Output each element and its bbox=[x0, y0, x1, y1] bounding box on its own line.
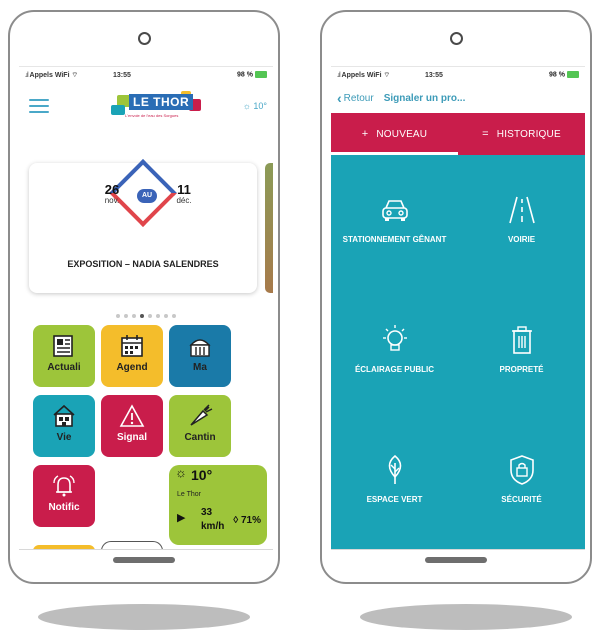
app-header: LE THOR L'envoie de l'eau des Sorgues ☼ … bbox=[19, 83, 273, 131]
carousel-dots bbox=[19, 305, 273, 323]
status-bar: .ıl Appels WiFi ⌔ 13:55 98 % bbox=[19, 67, 273, 83]
wind-flag-icon: ▶ bbox=[177, 512, 186, 524]
calendar-icon bbox=[121, 335, 143, 357]
list-icon: = bbox=[482, 128, 489, 140]
back-chevron-icon[interactable]: ‹ bbox=[337, 90, 342, 106]
newspaper-icon bbox=[53, 335, 73, 357]
wind-unit: km/h bbox=[201, 521, 225, 532]
category-label: VOIRIE bbox=[507, 235, 536, 244]
event-start-day: 26 bbox=[104, 182, 120, 197]
tile-label: Agend bbox=[116, 362, 148, 373]
phone-shadow-left bbox=[38, 604, 250, 630]
home-indicator[interactable] bbox=[425, 557, 487, 563]
navigation-bar: ‹ Retour Signaler un pro... bbox=[331, 83, 585, 113]
logo-tagline: L'envoie de l'eau des Sorgues bbox=[125, 113, 179, 118]
weather-city: Le Thor bbox=[177, 491, 201, 498]
wifi-icon: ⌔ bbox=[383, 71, 391, 79]
battery-indicator: 98 % bbox=[237, 71, 267, 79]
tile-label: Vie bbox=[56, 432, 72, 443]
event-end-month: déc. bbox=[176, 196, 192, 205]
droplet-icon: ◊ bbox=[233, 515, 239, 526]
category-label: STATIONNEMENT GÊNANT bbox=[342, 235, 447, 244]
tab-nouveau[interactable]: + NOUVEAU bbox=[331, 113, 458, 155]
townhall-icon bbox=[189, 339, 211, 357]
tile-label: Notific bbox=[48, 502, 80, 513]
wind-speed: 33 bbox=[201, 507, 213, 518]
camera-icon bbox=[450, 32, 463, 45]
tile-vie-municipale[interactable]: Vie bbox=[33, 395, 95, 457]
event-start-month: nov. bbox=[104, 196, 120, 205]
report-screen: .ıl Appels WiFi ⌔ 13:55 98 % ‹ Retour Si… bbox=[331, 66, 585, 550]
tile-ma-mairie[interactable]: Ma bbox=[169, 325, 231, 387]
tile-peek-outline[interactable] bbox=[101, 541, 163, 549]
le-thor-logo: LE THOR L'envoie de l'eau des Sorgues bbox=[103, 91, 203, 127]
category-label: SÉCURITÉ bbox=[501, 495, 542, 504]
phone-shadow-right bbox=[360, 604, 572, 630]
carrier-label: .ıl Appels WiFi ⌔ bbox=[25, 71, 79, 79]
weather-temperature: 10° bbox=[191, 467, 213, 483]
menu-icon[interactable] bbox=[29, 99, 49, 113]
category-voirie[interactable]: VOIRIE bbox=[458, 193, 585, 244]
tile-label: Ma bbox=[193, 362, 207, 373]
battery-indicator: 98 % bbox=[549, 71, 579, 79]
camera-icon bbox=[138, 32, 151, 45]
battery-icon bbox=[567, 71, 579, 79]
tree-icon bbox=[388, 454, 401, 484]
next-event-peek[interactable] bbox=[265, 163, 273, 293]
back-button[interactable]: Retour bbox=[344, 93, 374, 104]
tile-notifications[interactable]: Notific bbox=[33, 465, 95, 527]
date-connector: AU bbox=[137, 189, 157, 203]
screen-title: Signaler un pro... bbox=[383, 92, 466, 104]
battery-icon bbox=[255, 71, 267, 79]
category-label: ÉCLAIRAGE PUBLIC bbox=[354, 365, 435, 374]
category-espace-vert[interactable]: ESPACE VERT bbox=[331, 453, 458, 504]
header-weather[interactable]: ☼ 10° bbox=[243, 101, 267, 111]
lightbulb-icon bbox=[382, 325, 407, 351]
weather-tile[interactable]: ☼ 10° Le Thor ▶ 33 km/h ◊ 71% bbox=[169, 465, 267, 545]
tile-label: Signal bbox=[116, 432, 147, 443]
status-bar: .ıl Appels WiFi ⌔ 13:55 98 % bbox=[331, 67, 585, 83]
shield-lock-icon bbox=[509, 455, 534, 485]
tile-label: Actuali bbox=[47, 362, 81, 373]
category-label: ESPACE VERT bbox=[366, 495, 423, 504]
tab-bar: + NOUVEAU = HISTORIQUE bbox=[331, 113, 585, 155]
category-securite[interactable]: SÉCURITÉ bbox=[458, 453, 585, 504]
trash-icon bbox=[511, 326, 532, 354]
home-screen: .ıl Appels WiFi ⌔ 13:55 98 % LE THOR L'e… bbox=[19, 66, 273, 550]
tile-peek[interactable] bbox=[33, 545, 95, 549]
tile-signaler[interactable]: Signal bbox=[101, 395, 163, 457]
sun-icon: ☼ bbox=[175, 465, 187, 480]
tile-label: Cantin bbox=[184, 432, 216, 443]
category-grid: STATIONNEMENT GÊNANT VOIRIE ÉCLAIRAGE PU… bbox=[331, 155, 585, 549]
category-proprete[interactable]: PROPRETÉ bbox=[458, 323, 585, 374]
home-indicator[interactable] bbox=[113, 557, 175, 563]
plus-icon: + bbox=[361, 128, 369, 140]
event-dates: 26 nov. AU 11 déc. bbox=[93, 179, 203, 219]
phone-home: .ıl Appels WiFi ⌔ 13:55 98 % LE THOR L'e… bbox=[8, 10, 280, 584]
event-card[interactable]: 26 nov. AU 11 déc. EXPOSITION – NADIA SALE… bbox=[29, 159, 257, 293]
clock: 13:55 bbox=[113, 71, 131, 79]
tile-agenda[interactable]: Agend bbox=[101, 325, 163, 387]
carrot-icon bbox=[190, 404, 213, 426]
warning-icon bbox=[119, 404, 145, 427]
phone-report: .ıl Appels WiFi ⌔ 13:55 98 % ‹ Retour Si… bbox=[320, 10, 592, 584]
tile-actualites[interactable]: Actuali bbox=[33, 325, 95, 387]
event-title: EXPOSITION – NADIA SALENDRES bbox=[67, 259, 219, 269]
road-icon bbox=[508, 196, 535, 224]
bell-icon bbox=[53, 475, 75, 497]
clock: 13:55 bbox=[425, 71, 443, 79]
car-icon bbox=[381, 200, 408, 221]
category-label: PROPRETÉ bbox=[499, 365, 544, 374]
category-stationnement[interactable]: STATIONNEMENT GÊNANT bbox=[331, 193, 458, 244]
wifi-icon: ⌔ bbox=[71, 71, 79, 79]
tab-historique[interactable]: = HISTORIQUE bbox=[458, 113, 585, 155]
tile-cantine[interactable]: Cantin bbox=[169, 395, 231, 457]
humidity-value: ◊ 71% bbox=[233, 515, 261, 526]
carrier-label: .ıl Appels WiFi ⌔ bbox=[337, 71, 391, 79]
category-eclairage[interactable]: ÉCLAIRAGE PUBLIC bbox=[331, 323, 458, 374]
event-end-day: 11 bbox=[177, 182, 191, 197]
house-icon bbox=[53, 404, 75, 427]
